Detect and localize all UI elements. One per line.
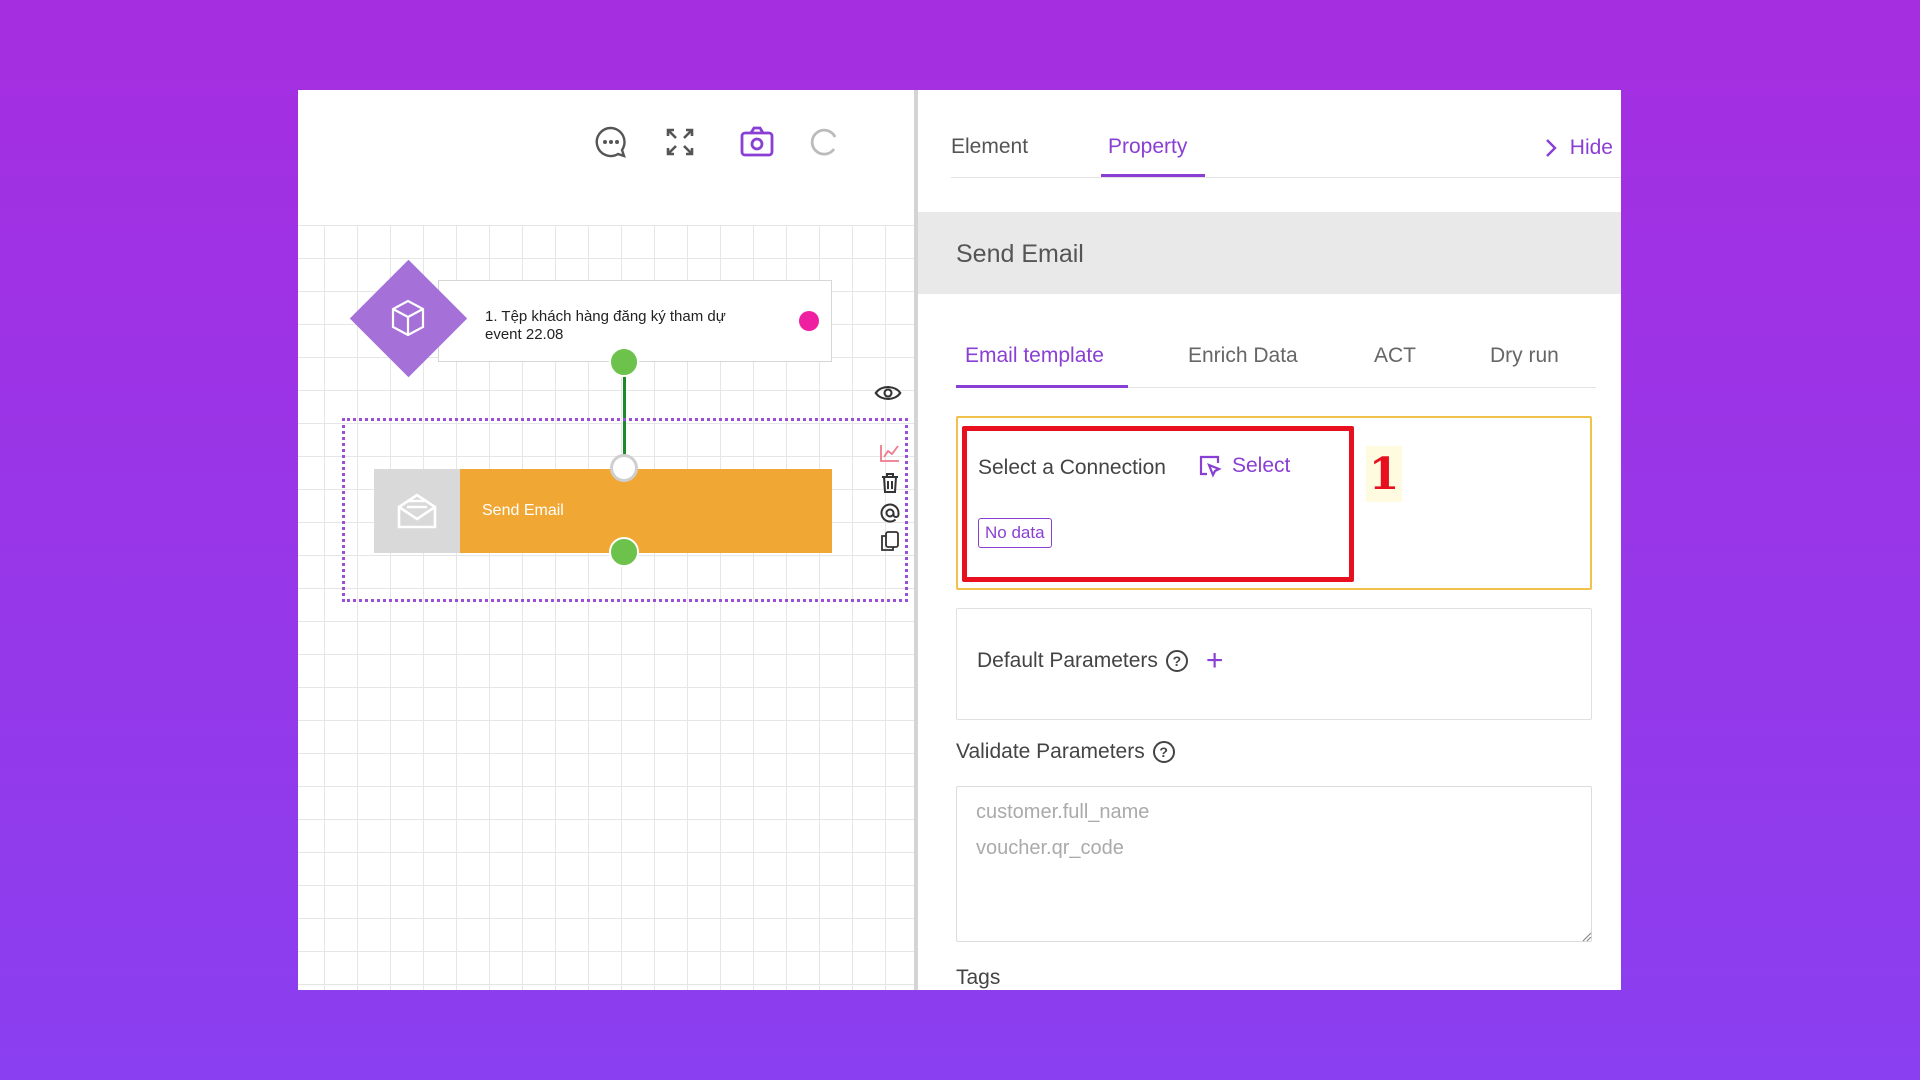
default-parameters-header: Default Parameters ? + xyxy=(977,646,1224,676)
help-icon[interactable]: ? xyxy=(1165,650,1188,672)
validate-parameters-label: Validate Parameters xyxy=(956,740,1145,763)
default-parameters-label: Default Parameters xyxy=(977,649,1158,672)
camera-icon[interactable] xyxy=(735,120,779,164)
select-connection-button[interactable]: Select xyxy=(1198,454,1290,478)
send-email-node[interactable]: Send Email xyxy=(374,469,832,553)
validate-parameters-header: Validate Parameters ? xyxy=(956,740,1175,764)
hide-label: Hide xyxy=(1569,136,1613,159)
trash-icon[interactable] xyxy=(876,470,904,496)
status-dot xyxy=(799,311,819,331)
at-sign-icon[interactable] xyxy=(876,500,904,526)
cube-icon xyxy=(382,292,434,344)
action-output-port[interactable] xyxy=(609,537,639,567)
eye-icon[interactable] xyxy=(874,380,902,406)
step-number-marker: 1 xyxy=(1366,446,1402,502)
tab-property[interactable]: Property xyxy=(1108,135,1187,159)
select-cursor-icon xyxy=(1199,455,1222,478)
sub-tabs: Email template Enrich Data ACT Dry run xyxy=(956,330,1596,388)
property-panel: Element Property Hide Send Email Email t… xyxy=(918,90,1621,990)
reload-icon[interactable] xyxy=(802,120,846,164)
trigger-output-port[interactable] xyxy=(609,347,639,377)
help-icon[interactable]: ? xyxy=(1152,741,1175,763)
canvas-toolbar xyxy=(298,90,914,225)
send-email-node-label: Send Email xyxy=(482,502,564,519)
active-subtab-indicator xyxy=(956,385,1128,388)
chart-icon[interactable] xyxy=(876,440,904,466)
trigger-node-label: 1. Tệp khách hàng đăng ký tham dự event … xyxy=(485,308,726,343)
expand-icon[interactable] xyxy=(658,120,702,164)
section-header: Send Email xyxy=(918,212,1621,294)
tab-element[interactable]: Element xyxy=(951,135,1028,159)
tab-enrich-data[interactable]: Enrich Data xyxy=(1188,344,1298,368)
default-parameters-section: Default Parameters ? + xyxy=(956,608,1592,720)
tab-act[interactable]: ACT xyxy=(1374,344,1416,368)
select-label: Select xyxy=(1232,454,1291,477)
hide-button[interactable]: Hide xyxy=(1544,136,1613,160)
connection-label: Select a Connection xyxy=(978,456,1166,479)
app-window: 1. Tệp khách hàng đăng ký tham dự event … xyxy=(298,90,1621,990)
tab-email-template[interactable]: Email template xyxy=(965,344,1104,368)
tags-label: Tags xyxy=(956,966,1001,989)
validate-parameters-input[interactable] xyxy=(956,786,1592,942)
chat-bubble-icon[interactable] xyxy=(589,120,633,164)
chevron-right-icon xyxy=(1545,139,1557,157)
workflow-canvas[interactable]: 1. Tệp khách hàng đăng ký tham dự event … xyxy=(298,90,914,990)
active-tab-indicator xyxy=(1101,174,1205,177)
highlight-annotation xyxy=(962,426,1354,582)
trigger-node[interactable]: 1. Tệp khách hàng đăng ký tham dự event … xyxy=(438,280,832,362)
connection-section: Select a Connection Select No data 1 xyxy=(956,416,1592,590)
add-parameter-button[interactable]: + xyxy=(1206,646,1224,676)
panel-tabs: Element Property Hide xyxy=(951,90,1621,178)
copy-icon[interactable] xyxy=(876,528,904,554)
connection-status-badge: No data xyxy=(978,518,1052,548)
action-input-port[interactable] xyxy=(610,454,638,482)
envelope-icon xyxy=(374,469,460,553)
resize-handle-icon[interactable] xyxy=(1582,932,1592,942)
section-title: Send Email xyxy=(956,240,1084,268)
tab-dry-run[interactable]: Dry run xyxy=(1490,344,1559,368)
